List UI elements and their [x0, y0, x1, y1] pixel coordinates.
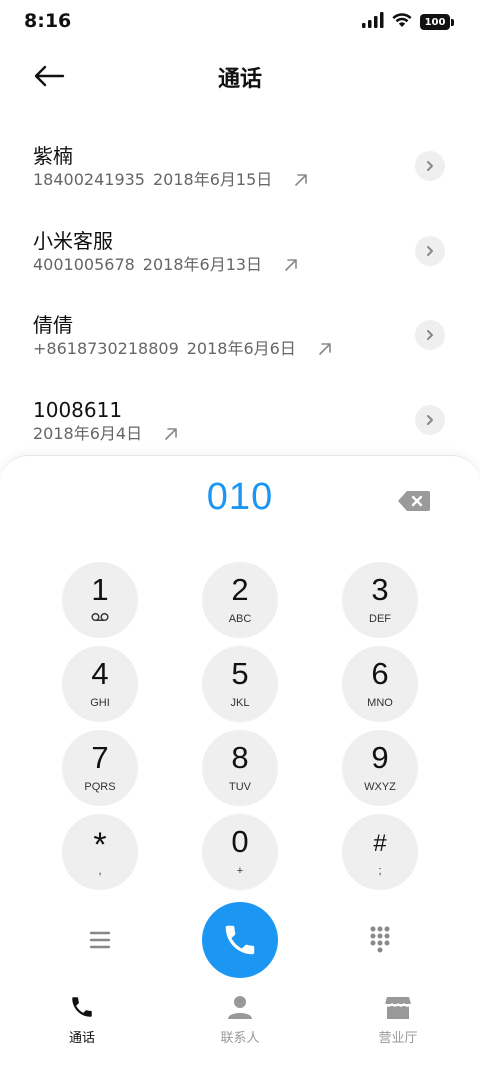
- phone-number: +8618730218809: [33, 339, 179, 358]
- key-letters: ;: [378, 865, 382, 877]
- chevron-right-icon: [427, 414, 433, 425]
- call-date: 2018年6月6日: [186, 339, 296, 358]
- page-title: 通话: [217, 67, 262, 92]
- voicemail-icon: [62, 612, 138, 625]
- battery-level: 100: [420, 14, 450, 30]
- chevron-right-icon: [427, 330, 433, 340]
- key-digit: 8: [231, 740, 249, 775]
- key-0[interactable]: 0 +: [202, 814, 278, 890]
- header: 通话: [0, 52, 480, 100]
- key-digit: 4: [91, 656, 109, 691]
- status-time: 8:16: [24, 10, 72, 32]
- key-star[interactable]: * ,: [62, 814, 138, 890]
- key-7[interactable]: 7 PQRS: [62, 730, 138, 806]
- backspace-button[interactable]: [397, 489, 431, 513]
- chevron-right-icon: [427, 245, 433, 256]
- contact-name: 紫楠: [33, 144, 73, 168]
- call-date: 2018年6月15日: [152, 170, 273, 189]
- menu-button[interactable]: [86, 928, 114, 952]
- call-history-item[interactable]: 1008611 2018年6月4日: [0, 378, 480, 463]
- signal-icon: [362, 12, 384, 32]
- phone-number: 4001005678: [33, 254, 135, 274]
- key-hash[interactable]: # ;: [342, 814, 418, 890]
- call-detail-button[interactable]: [415, 320, 445, 350]
- tab-label: 联系人: [220, 1031, 260, 1046]
- outgoing-call-icon: [294, 173, 308, 187]
- battery-icon: 100: [420, 14, 454, 30]
- contact-name: 倩倩: [33, 313, 73, 337]
- wifi-icon: [392, 12, 412, 32]
- chevron-right-icon: [427, 161, 433, 171]
- key-letters: PQRS: [84, 781, 116, 793]
- key-letters: TUV: [229, 781, 251, 793]
- key-letters: MNO: [367, 697, 393, 709]
- key-9[interactable]: 9 WXYZ: [342, 730, 418, 806]
- key-digit: #: [373, 830, 387, 857]
- key-6[interactable]: 6 MNO: [342, 646, 418, 722]
- key-digit: *: [93, 826, 107, 864]
- call-detail-button[interactable]: [415, 151, 445, 181]
- call-history-item[interactable]: 倩倩 +8618730218809 2018年6月6日: [0, 293, 480, 378]
- key-digit: 1: [91, 572, 109, 607]
- person-icon: [180, 993, 300, 1021]
- key-digit: 6: [371, 656, 389, 691]
- key-letters: GHI: [90, 697, 110, 709]
- key-4[interactable]: 4 GHI: [62, 646, 138, 722]
- store-icon: [338, 993, 458, 1021]
- key-8[interactable]: 8 TUV: [202, 730, 278, 806]
- call-date: 2018年6月13日: [142, 254, 263, 274]
- tab-label: 通话: [68, 1031, 95, 1046]
- menu-icon: [89, 931, 111, 949]
- key-letters: ,: [98, 865, 102, 877]
- key-digit: 7: [91, 740, 109, 775]
- tab-calls[interactable]: 通话: [22, 993, 142, 1046]
- key-2[interactable]: 2 ABC: [202, 562, 278, 638]
- status-icons: 100: [362, 12, 454, 32]
- phone-icon: [225, 925, 255, 955]
- call-detail-button[interactable]: [415, 235, 445, 266]
- call-button[interactable]: [202, 902, 278, 978]
- key-letters: WXYZ: [364, 781, 396, 793]
- key-digit: 0: [231, 824, 249, 859]
- call-detail-button[interactable]: [415, 404, 445, 435]
- key-letters: DEF: [369, 613, 391, 625]
- phone-icon: [22, 993, 142, 1021]
- key-digit: 5: [231, 656, 249, 691]
- call-history-item[interactable]: 紫楠 18400241935 2018年6月15日: [0, 124, 480, 209]
- key-digit: 9: [371, 740, 389, 775]
- call-history-list: 紫楠 18400241935 2018年6月15日 小米客服 400100567…: [0, 124, 480, 462]
- dialer-panel: 010 1 2 ABC 3 DEF 4 GHI 5 JKL 6 MNO 7 PQ…: [0, 455, 480, 1066]
- key-5[interactable]: 5 JKL: [202, 646, 278, 722]
- key-digit: 2: [231, 572, 249, 607]
- outgoing-call-icon: [164, 427, 178, 441]
- outgoing-call-icon: [284, 258, 298, 272]
- bottom-nav: 通话 联系人 营业厅: [0, 993, 480, 1066]
- key-digit: 3: [371, 572, 389, 607]
- keypad-toggle-button[interactable]: [368, 925, 392, 955]
- tab-label: 营业厅: [378, 1031, 418, 1046]
- dialpad-icon: [370, 926, 390, 953]
- contact-name: 1008611: [33, 397, 123, 422]
- backspace-icon: [398, 491, 430, 511]
- key-letters: JKL: [230, 697, 250, 709]
- key-1[interactable]: 1: [62, 562, 138, 638]
- key-letters: ABC: [228, 613, 252, 625]
- phone-number: 18400241935: [33, 170, 145, 189]
- dialer-action-row: [0, 902, 480, 978]
- tab-service-hall[interactable]: 营业厅: [338, 993, 458, 1046]
- tab-contacts[interactable]: 联系人: [180, 993, 300, 1046]
- key-3[interactable]: 3 DEF: [342, 562, 418, 638]
- call-date: 2018年6月4日: [33, 423, 143, 443]
- contact-name: 小米客服: [33, 228, 113, 253]
- outgoing-call-icon: [318, 342, 332, 356]
- key-letters: +: [236, 865, 244, 877]
- call-history-item[interactable]: 小米客服 4001005678 2018年6月13日: [0, 209, 480, 294]
- status-bar: 8:16 100: [0, 0, 480, 44]
